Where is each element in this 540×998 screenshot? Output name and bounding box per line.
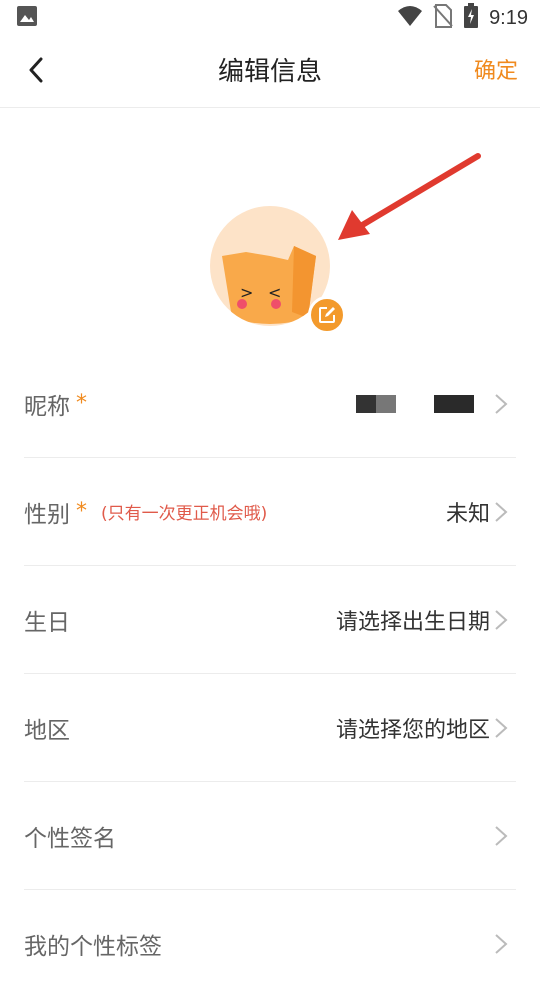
avatar-button[interactable]: > < [210,206,346,334]
chevron-left-icon [28,57,44,87]
row-label: 生日 [24,609,70,636]
svg-text:<: < [268,283,281,302]
nav-bar: 编辑信息 确定 [0,36,540,108]
page-title: 编辑信息 [217,57,322,87]
edit-icon[interactable] [308,296,346,334]
wifi-icon [397,5,423,31]
chevron-right-icon [495,501,508,522]
row-value: 请选择出生日期 [335,609,490,635]
row-signature[interactable]: 个性签名 [24,782,516,890]
row-label: 个性签名 [24,825,116,852]
battery-charging-icon [463,3,479,33]
status-right: 9:19 [397,3,528,33]
required-mark: * [76,391,87,416]
nickname-redacted [356,393,476,415]
row-value: 请选择您的地区 [335,717,490,743]
required-mark: * [76,499,87,524]
row-value: 未知 [445,501,490,527]
row-label: 昵称 [24,393,70,420]
profile-form: 昵称 * 性别 * (只有一次更正机会哦) 未知 生日 请选择出生日期 地区 请… [24,350,516,998]
chevron-right-icon [495,393,508,414]
chevron-right-icon [495,609,508,630]
gender-hint: (只有一次更正机会哦) [101,504,268,524]
chevron-right-icon [495,934,508,954]
status-left [16,5,38,31]
row-label: 我的个性标签 [24,934,162,960]
row-birthday[interactable]: 生日 请选择出生日期 [24,566,516,674]
chevron-right-icon [495,717,508,738]
no-sim-icon [433,4,453,32]
annotation-arrow [330,150,490,254]
chevron-right-icon [495,825,508,846]
confirm-button[interactable]: 确定 [474,36,518,108]
row-label: 性别 [24,501,70,528]
status-bar: 9:19 [0,0,540,36]
status-time: 9:19 [489,6,528,29]
row-tags[interactable]: 我的个性标签 [24,890,516,998]
image-icon [16,5,38,31]
row-nickname[interactable]: 昵称 * [24,350,516,458]
row-label: 地区 [24,717,70,744]
row-gender[interactable]: 性别 * (只有一次更正机会哦) 未知 [24,458,516,566]
row-region[interactable]: 地区 请选择您的地区 [24,674,516,782]
back-button[interactable] [18,54,54,90]
